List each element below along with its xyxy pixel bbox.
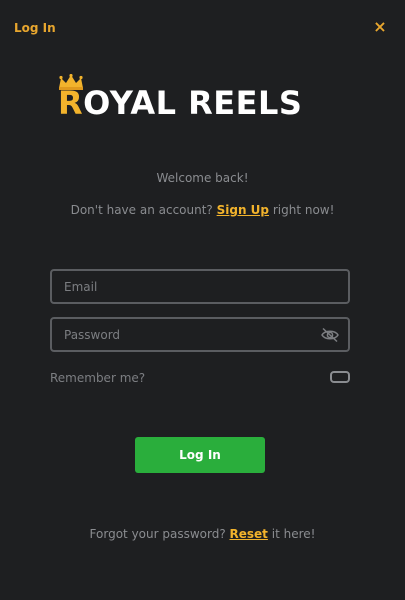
remember-me-label: Remember me? (50, 371, 146, 385)
login-button[interactable]: Log In (135, 437, 265, 473)
email-field-wrapper (50, 269, 350, 304)
signup-suffix: right now! (269, 203, 335, 217)
close-icon: × (373, 17, 387, 36)
forgot-prefix: Forgot your password? (89, 527, 230, 541)
signup-link[interactable]: Sign Up (217, 203, 269, 217)
email-input[interactable] (52, 271, 348, 302)
reset-link[interactable]: Reset (230, 527, 268, 541)
eye-slash-icon[interactable] (321, 327, 339, 343)
signup-prompt: Don't have an account? Sign Up right now… (0, 203, 405, 217)
password-field-wrapper (50, 317, 350, 352)
forgot-password-prompt: Forgot your password? Reset it here! (0, 527, 405, 541)
close-button[interactable]: × (372, 19, 388, 35)
forgot-suffix: it here! (267, 527, 316, 541)
remember-me-toggle[interactable] (330, 371, 350, 383)
logo-rest: OYAL REELS (83, 84, 303, 122)
signup-prefix: Don't have an account? (70, 203, 217, 217)
royal-reels-logo: ROYAL REELS (58, 74, 348, 126)
logo-wordmark: ROYAL REELS (58, 84, 302, 122)
modal-title: Log In (14, 21, 56, 35)
password-input[interactable] (52, 319, 348, 350)
welcome-text: Welcome back! (156, 171, 249, 185)
logo-first-letter: R (58, 84, 84, 122)
